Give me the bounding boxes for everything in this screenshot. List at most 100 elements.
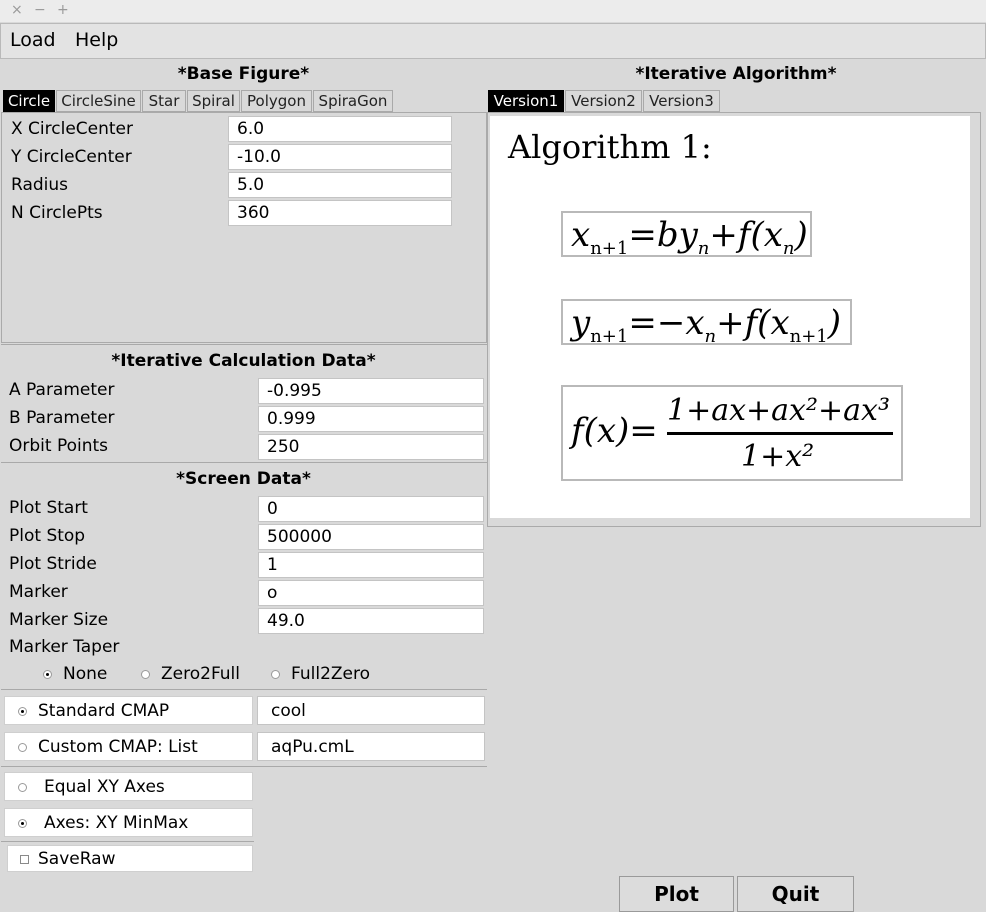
- separator: [1, 344, 487, 345]
- base-figure-title: *Base Figure*: [177, 64, 310, 84]
- separator: [1, 841, 254, 842]
- taper-zero2full-radio[interactable]: [141, 670, 150, 679]
- y-circlecenter-input[interactable]: -10.0: [228, 144, 452, 170]
- tab-version1[interactable]: Version1: [488, 90, 564, 112]
- standard-cmap-input[interactable]: cool: [257, 696, 485, 725]
- standard-cmap-label: Standard CMAP: [38, 701, 170, 721]
- equal-xy-axes-label: Equal XY Axes: [44, 777, 165, 797]
- calc-data-title: *Iterative Calculation Data*: [111, 351, 376, 371]
- menu-load[interactable]: Load: [10, 29, 56, 51]
- tab-version3[interactable]: Version3: [643, 90, 720, 112]
- a-parameter-label: A Parameter: [9, 380, 115, 400]
- axes-xy-minmax-option[interactable]: Axes: XY MinMax: [4, 808, 253, 837]
- plot-start-label: Plot Start: [9, 498, 88, 518]
- a-parameter-input[interactable]: -0.995: [258, 378, 484, 404]
- equal-xy-axes-radio[interactable]: [18, 783, 27, 792]
- orbit-points-input[interactable]: 250: [258, 434, 484, 460]
- eq1-rhs2-sub: n: [782, 237, 795, 259]
- eq1-rhs2: +f(x: [709, 215, 783, 255]
- taper-full2zero-radio[interactable]: [271, 670, 280, 679]
- taper-none-label[interactable]: None: [63, 664, 107, 684]
- radius-input[interactable]: 5.0: [228, 172, 452, 198]
- plot-button[interactable]: Plot: [619, 876, 734, 912]
- taper-zero2full-label[interactable]: Zero2Full: [161, 664, 240, 684]
- tab-polygon[interactable]: Polygon: [241, 90, 312, 112]
- x-circlecenter-input[interactable]: 6.0: [228, 116, 452, 142]
- tab-version2[interactable]: Version2: [565, 90, 642, 112]
- fraction-bar: [667, 432, 893, 435]
- separator: [1, 766, 487, 767]
- custom-cmap-label: Custom CMAP: List: [38, 737, 198, 757]
- menu-bar: Load Help: [0, 23, 986, 59]
- equation-y-update: yn+1=−xn+f(xn+1): [561, 299, 852, 347]
- iterative-algorithm-title: *Iterative Algorithm*: [635, 64, 837, 84]
- saveraw-option[interactable]: SaveRaw: [7, 845, 253, 872]
- equal-xy-axes-option[interactable]: Equal XY Axes: [4, 772, 253, 801]
- n-circlepts-label: N CirclePts: [11, 203, 103, 223]
- eq3-denominator: 1+x²: [741, 439, 815, 474]
- window-titlebar: × − +: [0, 0, 986, 22]
- marker-label: Marker: [9, 582, 68, 602]
- eq2-rhs2-end: ): [827, 303, 842, 343]
- taper-full2zero-label[interactable]: Full2Zero: [291, 664, 370, 684]
- taper-none-radio[interactable]: [43, 670, 52, 679]
- standard-cmap-radio[interactable]: [18, 707, 27, 716]
- b-parameter-label: B Parameter: [9, 408, 115, 428]
- axes-xy-minmax-radio[interactable]: [18, 819, 27, 828]
- equation-f-of-x: f(x)= 1+ax+ax²+ax³ 1+x²: [561, 385, 903, 481]
- eq2-lhs-sub: n+1: [590, 325, 629, 347]
- eq1-rhs: =by: [628, 215, 698, 255]
- algorithm-canvas: Algorithm 1: xn+1=byn+f(xn) yn+1=−xn+f(x…: [490, 116, 970, 518]
- standard-cmap-option[interactable]: Standard CMAP: [4, 696, 253, 725]
- orbit-points-label: Orbit Points: [9, 436, 109, 456]
- eq2-rhs-sub: n: [704, 325, 717, 347]
- marker-size-input[interactable]: 49.0: [258, 608, 484, 634]
- menu-help[interactable]: Help: [75, 29, 118, 51]
- quit-button[interactable]: Quit: [737, 876, 854, 912]
- saveraw-label: SaveRaw: [38, 849, 116, 869]
- radius-label: Radius: [11, 175, 69, 195]
- minimize-window-icon[interactable]: −: [34, 2, 46, 18]
- maximize-window-icon[interactable]: +: [57, 2, 69, 18]
- plot-stop-input[interactable]: 500000: [258, 524, 484, 550]
- plot-stop-label: Plot Stop: [9, 526, 86, 546]
- separator: [1, 689, 487, 690]
- eq1-rhs-sub: n: [697, 237, 710, 259]
- marker-taper-label: Marker Taper: [9, 637, 120, 657]
- eq2-lhs: y: [571, 303, 591, 343]
- eq2-rhs2: +f(x: [716, 303, 790, 343]
- tab-circle[interactable]: Circle: [3, 90, 55, 112]
- eq2-rhs: =−x: [628, 303, 705, 343]
- custom-cmap-input[interactable]: aqPu.cmL: [257, 732, 485, 761]
- x-circlecenter-label: X CircleCenter: [11, 119, 134, 139]
- close-window-icon[interactable]: ×: [11, 2, 23, 18]
- custom-cmap-radio[interactable]: [18, 743, 27, 752]
- eq3-numerator: 1+ax+ax²+ax³: [667, 393, 890, 428]
- eq1-lhs-sub: n+1: [590, 237, 629, 259]
- tab-spiragon[interactable]: SpiraGon: [313, 90, 393, 112]
- n-circlepts-input[interactable]: 360: [228, 200, 452, 226]
- eq1-rhs2-end: ): [794, 215, 808, 255]
- eq1-lhs: x: [571, 215, 591, 255]
- tab-spiral[interactable]: Spiral: [187, 90, 240, 112]
- base-figure-panel: X CircleCenter 6.0 Y CircleCenter -10.0 …: [1, 112, 487, 343]
- marker-input[interactable]: o: [258, 580, 484, 606]
- tab-circlesine[interactable]: CircleSine: [56, 90, 141, 112]
- y-circlecenter-label: Y CircleCenter: [11, 147, 132, 167]
- plot-start-input[interactable]: 0: [258, 496, 484, 522]
- plot-stride-label: Plot Stride: [9, 554, 97, 574]
- screen-data-title: *Screen Data*: [176, 469, 311, 489]
- custom-cmap-option[interactable]: Custom CMAP: List: [4, 732, 253, 761]
- algorithm-heading: Algorithm 1:: [508, 128, 712, 166]
- separator: [1, 462, 487, 463]
- plot-stride-input[interactable]: 1: [258, 552, 484, 578]
- eq2-rhs2-sub: n+1: [789, 325, 828, 347]
- equation-x-update: xn+1=byn+f(xn): [561, 211, 812, 259]
- eq3-lhs: f(x)=: [571, 411, 658, 451]
- b-parameter-input[interactable]: 0.999: [258, 406, 484, 432]
- tab-star[interactable]: Star: [142, 90, 186, 112]
- marker-size-label: Marker Size: [9, 610, 109, 630]
- axes-xy-minmax-label: Axes: XY MinMax: [44, 813, 189, 833]
- saveraw-checkbox[interactable]: [20, 855, 29, 864]
- algorithm-panel: Algorithm 1: xn+1=byn+f(xn) yn+1=−xn+f(x…: [487, 112, 981, 527]
